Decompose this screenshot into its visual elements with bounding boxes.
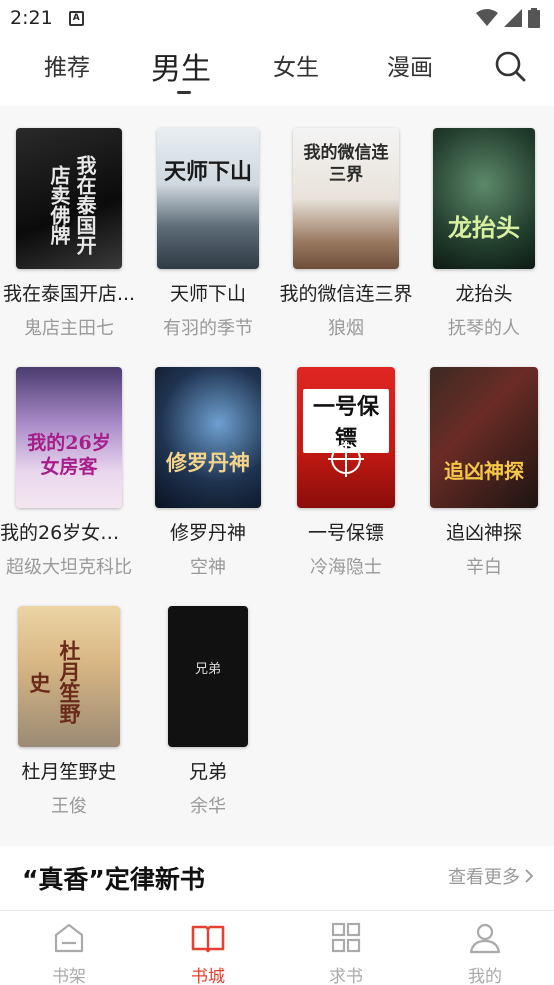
book-title[interactable]: 修罗丹神	[139, 520, 277, 546]
bottom-nav-label: 求书	[329, 967, 363, 985]
book-cover[interactable]: 修罗丹神	[155, 367, 261, 508]
book-cover[interactable]: 兄弟	[168, 606, 248, 747]
open-book-icon	[191, 925, 225, 953]
tab-male[interactable]: 男生	[151, 44, 211, 88]
bookshelf-icon	[54, 923, 84, 953]
cover-title: 龙抬头	[448, 213, 520, 242]
status-time: 2:21	[10, 7, 53, 29]
notification-app-icon: A	[68, 10, 84, 26]
status-bar: 2:21 A	[0, 0, 554, 36]
book-cover[interactable]: 天师下山	[157, 128, 259, 269]
chevron-right-icon	[525, 869, 534, 883]
tab-recommend[interactable]: 推荐	[44, 48, 90, 82]
book-author: 狼烟	[328, 318, 364, 339]
grid-icon	[331, 922, 361, 953]
book-author: 辛白	[466, 557, 502, 578]
wifi-icon	[476, 9, 498, 26]
bottom-nav-label: 我的	[468, 967, 502, 985]
book-author: 余华	[190, 796, 226, 817]
tab-female[interactable]: 女生	[273, 48, 319, 82]
cover-title: 修罗丹神	[166, 450, 250, 475]
book-card[interactable]: 我的微信连三界 我的微信连三界 狼烟	[277, 128, 415, 341]
book-title[interactable]: 一号保镖	[277, 520, 415, 546]
book-card[interactable]: 杜月笙野史 杜月笙野史 王俊	[0, 606, 138, 819]
bottom-nav-request[interactable]: 求书	[306, 921, 386, 985]
search-icon[interactable]	[493, 49, 527, 83]
book-card[interactable]: 天师下山 天师下山 有羽的季节	[139, 128, 277, 341]
bottom-nav-bookstore[interactable]: 书城	[168, 921, 248, 985]
book-grid: 我在泰国开店卖佛牌 我在泰国开店... 鬼店主田七 天师下山 天师下山 有羽的季…	[0, 106, 554, 910]
bottom-nav-me[interactable]: 我的	[445, 921, 525, 985]
book-author: 王俊	[51, 796, 87, 817]
bottom-nav: 书架 书城 求书 我的	[0, 910, 554, 985]
book-card[interactable]: 兄弟 兄弟 余华	[139, 606, 277, 819]
book-cover[interactable]: 我的微信连三界	[293, 128, 399, 269]
tab-comics[interactable]: 漫画	[387, 48, 433, 82]
book-card[interactable]: 我在泰国开店卖佛牌 我在泰国开店... 鬼店主田七	[0, 128, 138, 341]
view-more-label[interactable]: 查看更多	[448, 863, 520, 889]
book-cover[interactable]: 我的26岁女房客	[16, 367, 122, 508]
cover-title: 追凶神探	[444, 459, 524, 483]
book-title[interactable]: 杜月笙野史	[0, 759, 138, 785]
book-title[interactable]: 龙抬头	[415, 281, 553, 307]
section-header: “真香”定律新书 查看更多	[0, 846, 554, 910]
book-cover[interactable]: 龙抬头	[433, 128, 535, 269]
book-cover[interactable]: 杜月笙野史	[18, 606, 120, 747]
cover-title: 杜月笙野史	[27, 640, 82, 724]
user-icon	[469, 923, 501, 954]
book-author: 冷海隐士	[310, 557, 382, 578]
book-author: 抚琴的人	[448, 318, 520, 339]
active-tab-indicator	[177, 91, 191, 94]
cover-title: 天师下山	[163, 159, 252, 185]
bottom-nav-label: 书城	[191, 967, 225, 985]
book-title[interactable]: 我在泰国开店...	[0, 281, 138, 307]
book-title[interactable]: 兄弟	[139, 759, 277, 785]
book-title[interactable]: 我的26岁女房客	[0, 520, 138, 546]
crosshair-icon	[328, 441, 364, 477]
cover-title: 我的26岁女房客	[27, 432, 111, 478]
book-card[interactable]: 追凶神探 追凶神探 辛白	[415, 367, 553, 580]
section-title: “真香”定律新书	[22, 865, 205, 894]
book-cover[interactable]: 一号保镖	[297, 367, 395, 508]
book-title[interactable]: 天师下山	[139, 281, 277, 307]
book-author: 空神	[190, 557, 226, 578]
book-cover[interactable]: 我在泰国开店卖佛牌	[16, 128, 122, 269]
battery-icon	[528, 8, 540, 28]
signal-icon	[504, 9, 522, 27]
book-card[interactable]: 一号保镖 一号保镖 冷海隐士	[277, 367, 415, 580]
bottom-nav-label: 书架	[52, 967, 86, 985]
book-card[interactable]: 修罗丹神 修罗丹神 空神	[139, 367, 277, 580]
book-title[interactable]: 我的微信连三界	[277, 281, 415, 307]
view-more-link[interactable]: 查看更多	[448, 863, 534, 889]
book-card[interactable]: 我的26岁女房客 我的26岁女房客 超级大坦克科比	[0, 367, 138, 580]
top-nav: 推荐 男生 女生 漫画	[0, 36, 554, 106]
book-card[interactable]: 龙抬头 龙抬头 抚琴的人	[415, 128, 553, 341]
book-author: 鬼店主田七	[24, 318, 114, 339]
book-author: 超级大坦克科比	[6, 557, 132, 578]
book-title[interactable]: 追凶神探	[415, 520, 553, 546]
status-icons	[476, 8, 540, 28]
book-author: 有羽的季节	[163, 318, 253, 339]
bottom-nav-bookshelf[interactable]: 书架	[29, 921, 109, 985]
cover-title: 我在泰国开店卖佛牌	[47, 155, 97, 255]
cover-title: 我的微信连三界	[303, 143, 389, 185]
cover-title: 兄弟	[194, 662, 221, 677]
book-cover[interactable]: 追凶神探	[430, 367, 538, 508]
